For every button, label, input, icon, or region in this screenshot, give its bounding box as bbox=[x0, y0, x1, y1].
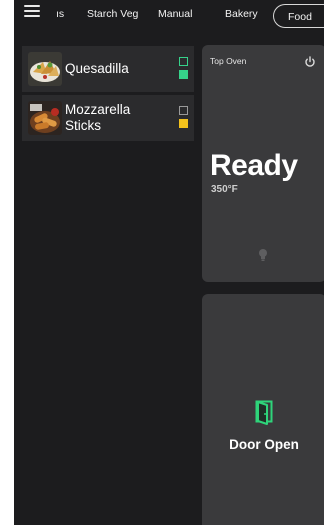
mozzarella-sticks-thumbnail bbox=[28, 101, 62, 135]
status-indicator-outline bbox=[179, 106, 188, 115]
category-tab-starch-veg[interactable]: Starch Veg bbox=[87, 8, 138, 20]
door-open-icon bbox=[255, 400, 273, 426]
category-tab-bakery[interactable]: Bakery bbox=[225, 8, 258, 20]
category-tab-partial[interactable]: ıs bbox=[56, 8, 64, 20]
oven-status: Ready bbox=[210, 149, 298, 182]
lightbulb-icon[interactable] bbox=[258, 248, 268, 262]
oven-title: Top Oven bbox=[210, 56, 247, 66]
menu-item-mozzarella-sticks[interactable]: Mozzarella Sticks bbox=[22, 95, 194, 141]
item-name: Mozzarella Sticks bbox=[65, 102, 130, 134]
app-frame: ıs Starch Veg Manual Bakery Food Quesadi… bbox=[14, 0, 324, 525]
status-indicator-filled bbox=[179, 119, 188, 128]
category-tab-manual[interactable]: Manual bbox=[158, 8, 192, 20]
bottom-oven-card[interactable]: Door Open bbox=[202, 294, 324, 525]
category-bar: ıs Starch Veg Manual Bakery Food bbox=[14, 0, 324, 30]
hamburger-menu-icon[interactable] bbox=[24, 5, 40, 17]
quesadilla-thumbnail bbox=[28, 52, 62, 86]
menu-item-quesadilla[interactable]: Quesadilla bbox=[22, 46, 194, 92]
power-icon[interactable] bbox=[304, 55, 316, 67]
top-oven-card[interactable]: Top Oven Ready 350°F bbox=[202, 45, 324, 282]
item-name: Quesadilla bbox=[65, 61, 129, 76]
item-name-line-1: Mozzarella bbox=[65, 102, 131, 117]
status-indicator-outline bbox=[179, 57, 188, 66]
oven-door-status: Door Open bbox=[229, 437, 299, 452]
item-name-line-2: Sticks bbox=[65, 118, 102, 133]
oven-temperature: 350°F bbox=[211, 184, 238, 195]
category-tab-food[interactable]: Food bbox=[273, 4, 324, 28]
status-indicator-filled bbox=[179, 70, 188, 79]
